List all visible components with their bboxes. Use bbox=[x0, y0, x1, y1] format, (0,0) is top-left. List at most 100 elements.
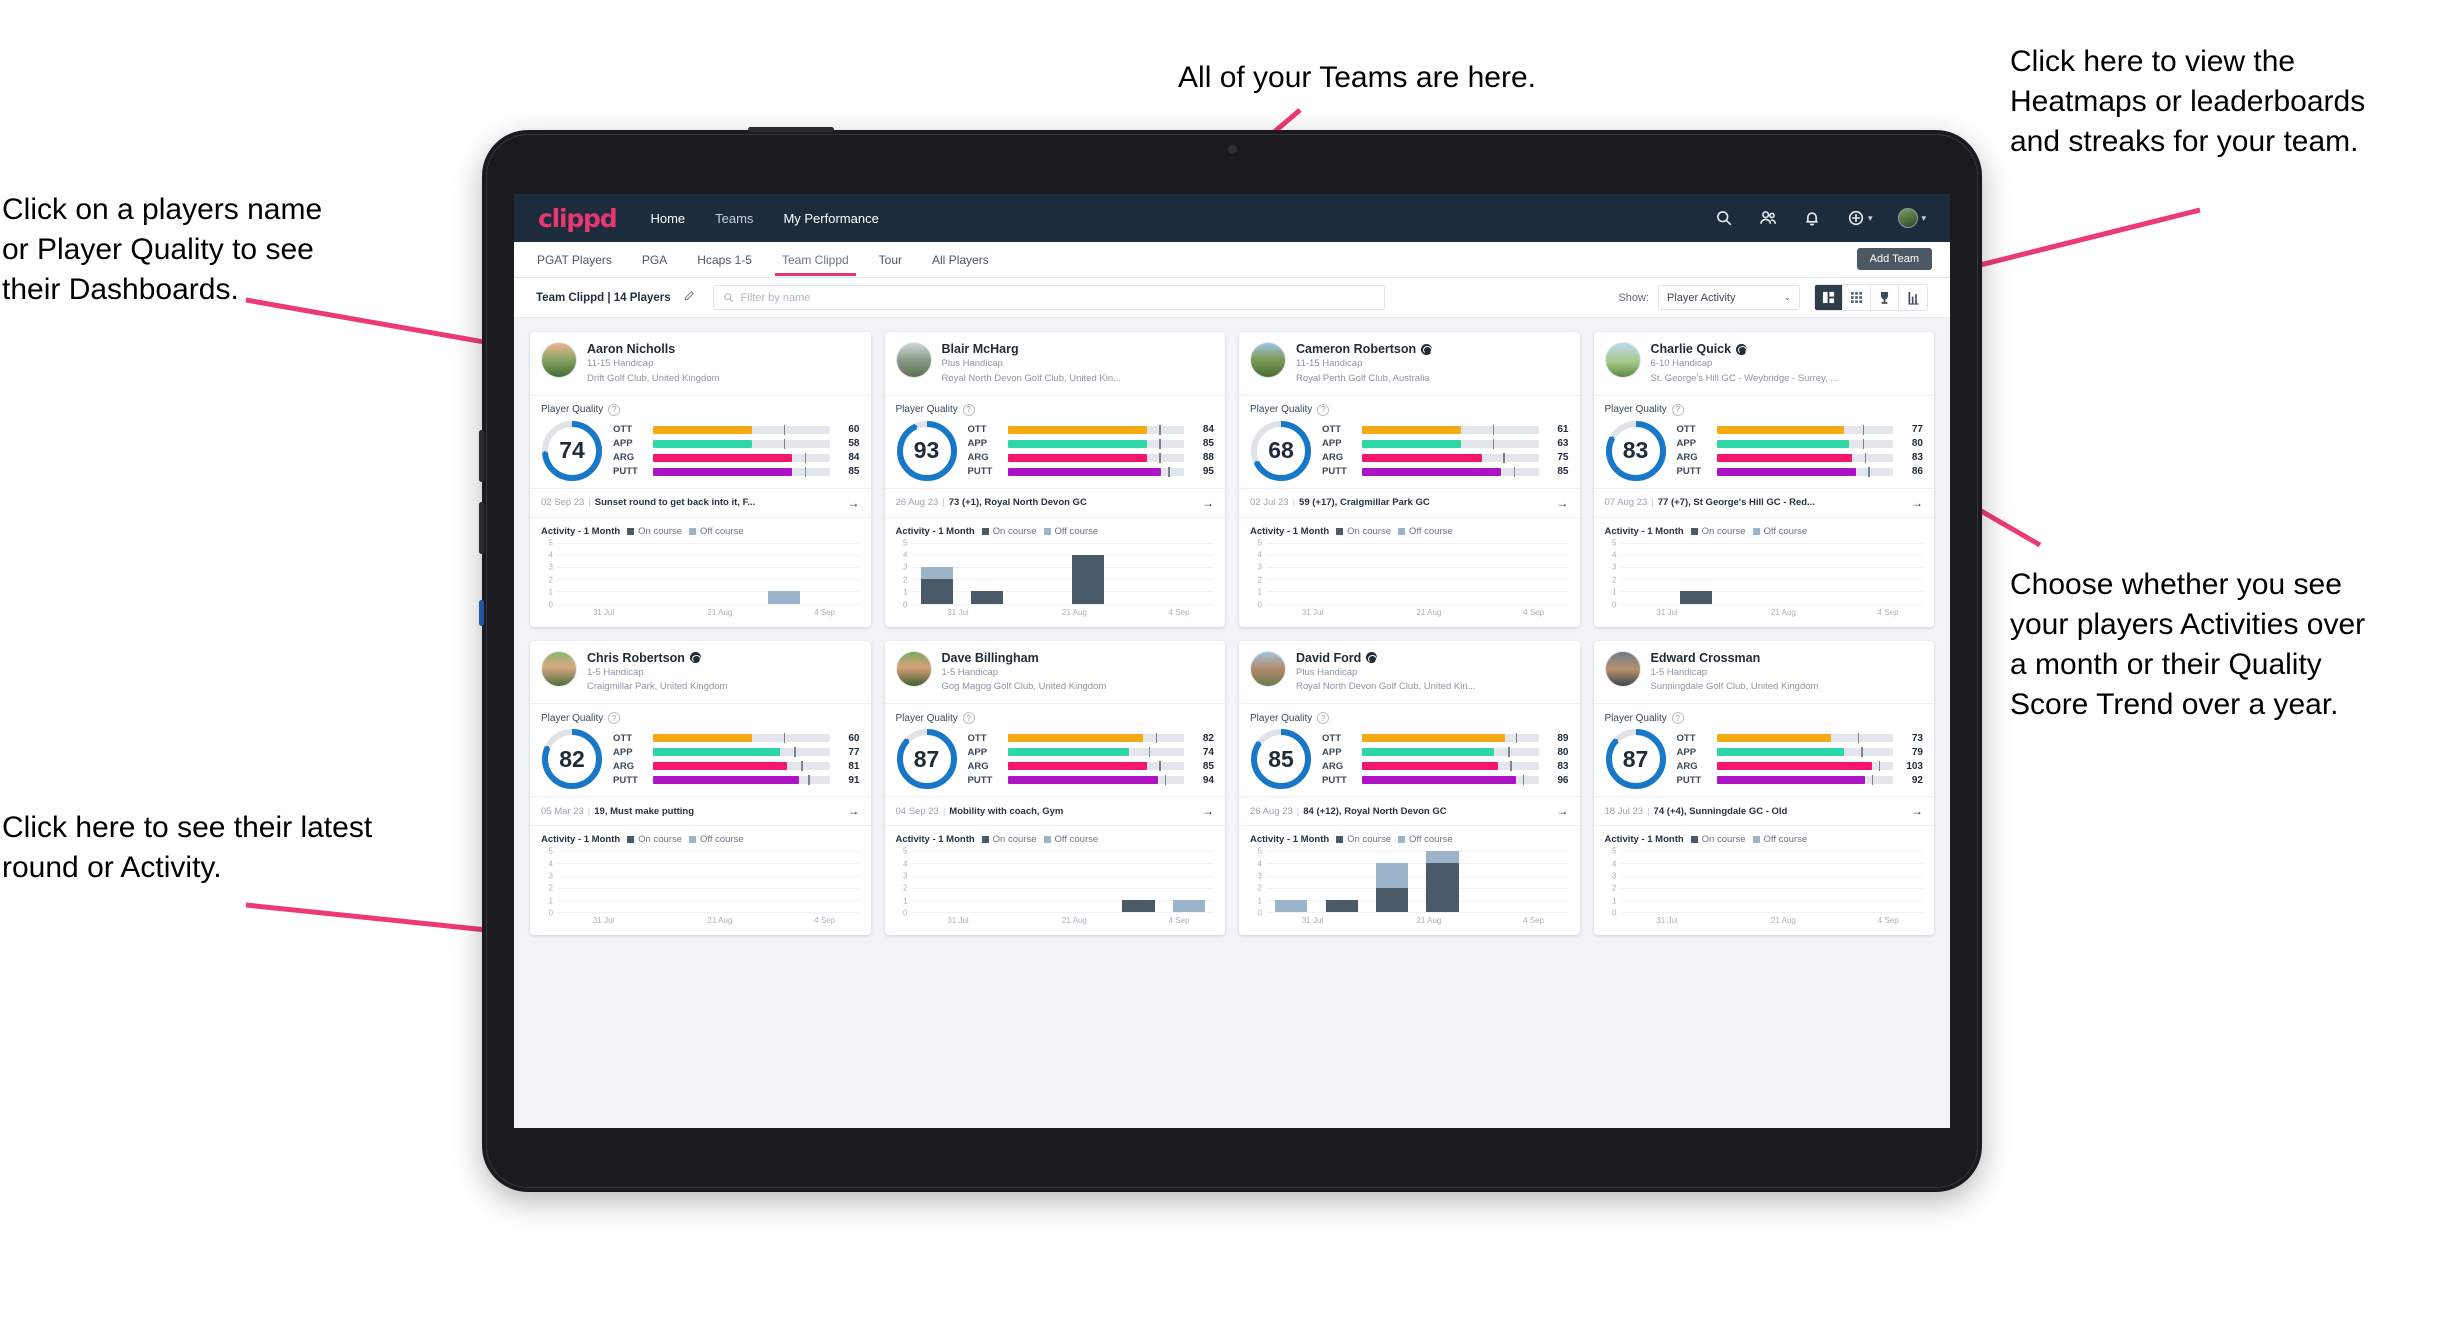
legend-on-course: On course bbox=[1336, 834, 1391, 845]
player-name[interactable]: Edward Crossman bbox=[1651, 651, 1819, 665]
activity-chart: 543210 31 Jul 21 Aug 4 Sep bbox=[896, 538, 1214, 617]
search-icon[interactable] bbox=[1715, 209, 1733, 227]
player-quality-section[interactable]: Player Quality ? 74 OTT 60 APP 58 ARG 84… bbox=[530, 396, 871, 488]
clippd-logo[interactable]: clippd bbox=[538, 204, 618, 233]
player-card[interactable]: Charlie Quick 6-10 Handicap St. George's… bbox=[1593, 332, 1935, 627]
player-quality-section[interactable]: Player Quality ? 85 OTT 89 APP 80 ARG 83… bbox=[1239, 704, 1580, 796]
metric-bar bbox=[1362, 452, 1539, 463]
tab-all-players[interactable]: All Players bbox=[931, 244, 990, 276]
latest-round-row[interactable]: 26 Aug 23 | 73 (+1), Royal North Devon G… bbox=[884, 487, 1225, 518]
player-quality-label: Player Quality ? bbox=[1605, 712, 1924, 725]
metric-row: PUTT 94 bbox=[968, 773, 1215, 787]
arrow-right-icon[interactable]: → bbox=[1911, 804, 1923, 818]
chart-bar-slot bbox=[1621, 543, 1671, 604]
player-handicap: 11-15 Handicap bbox=[587, 358, 654, 369]
tab-pgat-players[interactable]: PGAT Players bbox=[536, 244, 613, 276]
player-name[interactable]: Blair McHarg bbox=[942, 342, 1122, 356]
add-menu-button[interactable]: ▾ bbox=[1847, 209, 1872, 227]
volume-down-button[interactable] bbox=[479, 502, 484, 554]
player-header[interactable]: Aaron Nicholls 11-15 Handicap Drift Golf… bbox=[530, 332, 871, 396]
trophy-icon[interactable] bbox=[1871, 285, 1899, 310]
player-header[interactable]: Dave Billingham 1-5 Handicap Gog Magog G… bbox=[884, 641, 1225, 705]
arrow-right-icon[interactable]: → bbox=[1202, 804, 1214, 818]
player-name[interactable]: David Ford bbox=[1296, 651, 1476, 665]
latest-round-row[interactable]: 05 Mar 23 | 19, Must make putting → bbox=[530, 796, 871, 827]
player-header[interactable]: Cameron Robertson 11-15 Handicap Royal P… bbox=[1239, 332, 1580, 396]
arrow-right-icon[interactable]: → bbox=[1202, 496, 1214, 510]
tab-team-clippd[interactable]: Team Clippd bbox=[774, 244, 856, 276]
latest-round-row[interactable]: 02 Jul 23 | 59 (+17), Craigmillar Park G… bbox=[1239, 487, 1580, 518]
pencil-icon[interactable] bbox=[683, 290, 695, 305]
metric-value: 63 bbox=[1557, 438, 1569, 450]
player-name[interactable]: Chris Robertson bbox=[587, 651, 727, 665]
player-quality-section[interactable]: Player Quality ? 93 OTT 84 APP 85 ARG 88… bbox=[885, 396, 1226, 488]
metric-row: OTT 60 bbox=[613, 731, 860, 745]
player-quality-section[interactable]: Player Quality ? 87 OTT 73 APP 79 ARG 10… bbox=[1594, 704, 1935, 796]
player-header[interactable]: David Ford Plus Handicap Royal North Dev… bbox=[1239, 641, 1580, 705]
latest-round-row[interactable]: 07 Aug 23 | 77 (+7), St George's Hill GC… bbox=[1593, 487, 1934, 518]
player-quality-section[interactable]: Player Quality ? 87 OTT 82 APP 74 ARG 85… bbox=[885, 704, 1226, 796]
activity-title: Activity - 1 Month bbox=[1604, 834, 1684, 846]
latest-round-row[interactable]: 04 Sep 23 | Mobility with coach, Gym → bbox=[884, 796, 1225, 827]
add-team-button[interactable]: Add Team bbox=[1856, 248, 1932, 270]
player-header[interactable]: Chris Robertson 1-5 Handicap Craigmillar… bbox=[530, 641, 871, 705]
player-name[interactable]: Charlie Quick bbox=[1651, 342, 1839, 356]
player-card[interactable]: Aaron Nicholls 11-15 Handicap Drift Golf… bbox=[530, 332, 871, 627]
arrow-right-icon[interactable]: → bbox=[1557, 496, 1569, 510]
player-club: Royal North Devon Golf Club, United Kin.… bbox=[941, 372, 1122, 384]
player-quality-section[interactable]: Player Quality ? 83 OTT 77 APP 80 ARG 83… bbox=[1594, 396, 1935, 488]
help-icon[interactable]: ? bbox=[1317, 403, 1330, 416]
tab-pga[interactable]: PGA bbox=[641, 244, 668, 276]
player-card[interactable]: Edward Crossman 1-5 Handicap Sunningdale… bbox=[1593, 640, 1935, 936]
latest-round-row[interactable]: 18 Jul 23 | 74 (+4), Sunningdale GC - Ol… bbox=[1593, 796, 1934, 827]
people-icon[interactable] bbox=[1759, 209, 1777, 227]
power-button[interactable] bbox=[748, 127, 834, 132]
player-card[interactable]: Blair McHarg Plus Handicap Royal North D… bbox=[884, 332, 1226, 627]
metric-value: 89 bbox=[1557, 732, 1569, 744]
player-header[interactable]: Edward Crossman 1-5 Handicap Sunningdale… bbox=[1593, 641, 1934, 705]
player-handicap: 6-10 Handicap bbox=[1650, 358, 1713, 369]
player-name[interactable]: Aaron Nicholls bbox=[587, 342, 720, 356]
show-select[interactable]: Player Activity ⌄ bbox=[1658, 285, 1800, 310]
volume-up-button[interactable] bbox=[479, 430, 484, 482]
latest-round-row[interactable]: 02 Sep 23 | Sunset round to get back int… bbox=[530, 487, 871, 518]
help-icon[interactable]: ? bbox=[1317, 712, 1330, 725]
help-icon[interactable]: ? bbox=[962, 403, 975, 416]
tab-tour[interactable]: Tour bbox=[878, 244, 903, 276]
player-quality-label: Player Quality ? bbox=[1250, 712, 1569, 725]
arrow-right-icon[interactable]: → bbox=[1557, 804, 1569, 818]
player-header[interactable]: Blair McHarg Plus Handicap Royal North D… bbox=[884, 332, 1225, 396]
profile-menu-button[interactable]: ▾ bbox=[1898, 208, 1926, 228]
player-card[interactable]: David Ford Plus Handicap Royal North Dev… bbox=[1239, 640, 1580, 936]
player-quality-section[interactable]: Player Quality ? 68 OTT 61 APP 63 ARG 75… bbox=[1239, 396, 1580, 488]
help-icon[interactable]: ? bbox=[962, 712, 975, 725]
help-icon[interactable]: ? bbox=[608, 403, 621, 416]
search-input[interactable]: Filter by name bbox=[712, 285, 1385, 310]
player-quality-section[interactable]: Player Quality ? 82 OTT 60 APP 77 ARG 81… bbox=[530, 704, 871, 796]
metric-value: 80 bbox=[1911, 438, 1923, 450]
metric-bar bbox=[1007, 438, 1184, 449]
player-card[interactable]: Cameron Robertson 11-15 Handicap Royal P… bbox=[1239, 332, 1580, 627]
player-name[interactable]: Cameron Robertson bbox=[1296, 342, 1433, 356]
tab-hcaps-1-5[interactable]: Hcaps 1-5 bbox=[696, 244, 753, 276]
round-date: 02 Sep 23 bbox=[541, 497, 585, 509]
arrow-right-icon[interactable]: → bbox=[848, 804, 860, 818]
help-icon[interactable]: ? bbox=[1671, 403, 1684, 416]
player-header[interactable]: Charlie Quick 6-10 Handicap St. George's… bbox=[1593, 332, 1934, 396]
player-name[interactable]: Dave Billingham bbox=[942, 651, 1107, 665]
grid-small-icon[interactable] bbox=[1843, 285, 1871, 310]
nav-item-home[interactable]: Home bbox=[650, 211, 685, 226]
player-card[interactable]: Chris Robertson 1-5 Handicap Craigmillar… bbox=[530, 640, 871, 936]
grid-large-icon[interactable] bbox=[1815, 285, 1843, 310]
nav-item-my-performance[interactable]: My Performance bbox=[783, 211, 878, 226]
help-icon[interactable]: ? bbox=[608, 712, 621, 725]
metric-row: PUTT 96 bbox=[1322, 773, 1569, 787]
latest-round-row[interactable]: 26 Aug 23 | 84 (+12), Royal North Devon … bbox=[1239, 796, 1580, 827]
nav-item-teams[interactable]: Teams bbox=[715, 211, 753, 226]
bell-icon[interactable] bbox=[1803, 209, 1821, 227]
help-icon[interactable]: ? bbox=[1671, 712, 1684, 725]
player-card[interactable]: Dave Billingham 1-5 Handicap Gog Magog G… bbox=[884, 640, 1226, 936]
arrow-right-icon[interactable]: → bbox=[848, 496, 860, 510]
arrow-right-icon[interactable]: → bbox=[1911, 496, 1923, 510]
streak-icon[interactable] bbox=[1899, 285, 1927, 310]
